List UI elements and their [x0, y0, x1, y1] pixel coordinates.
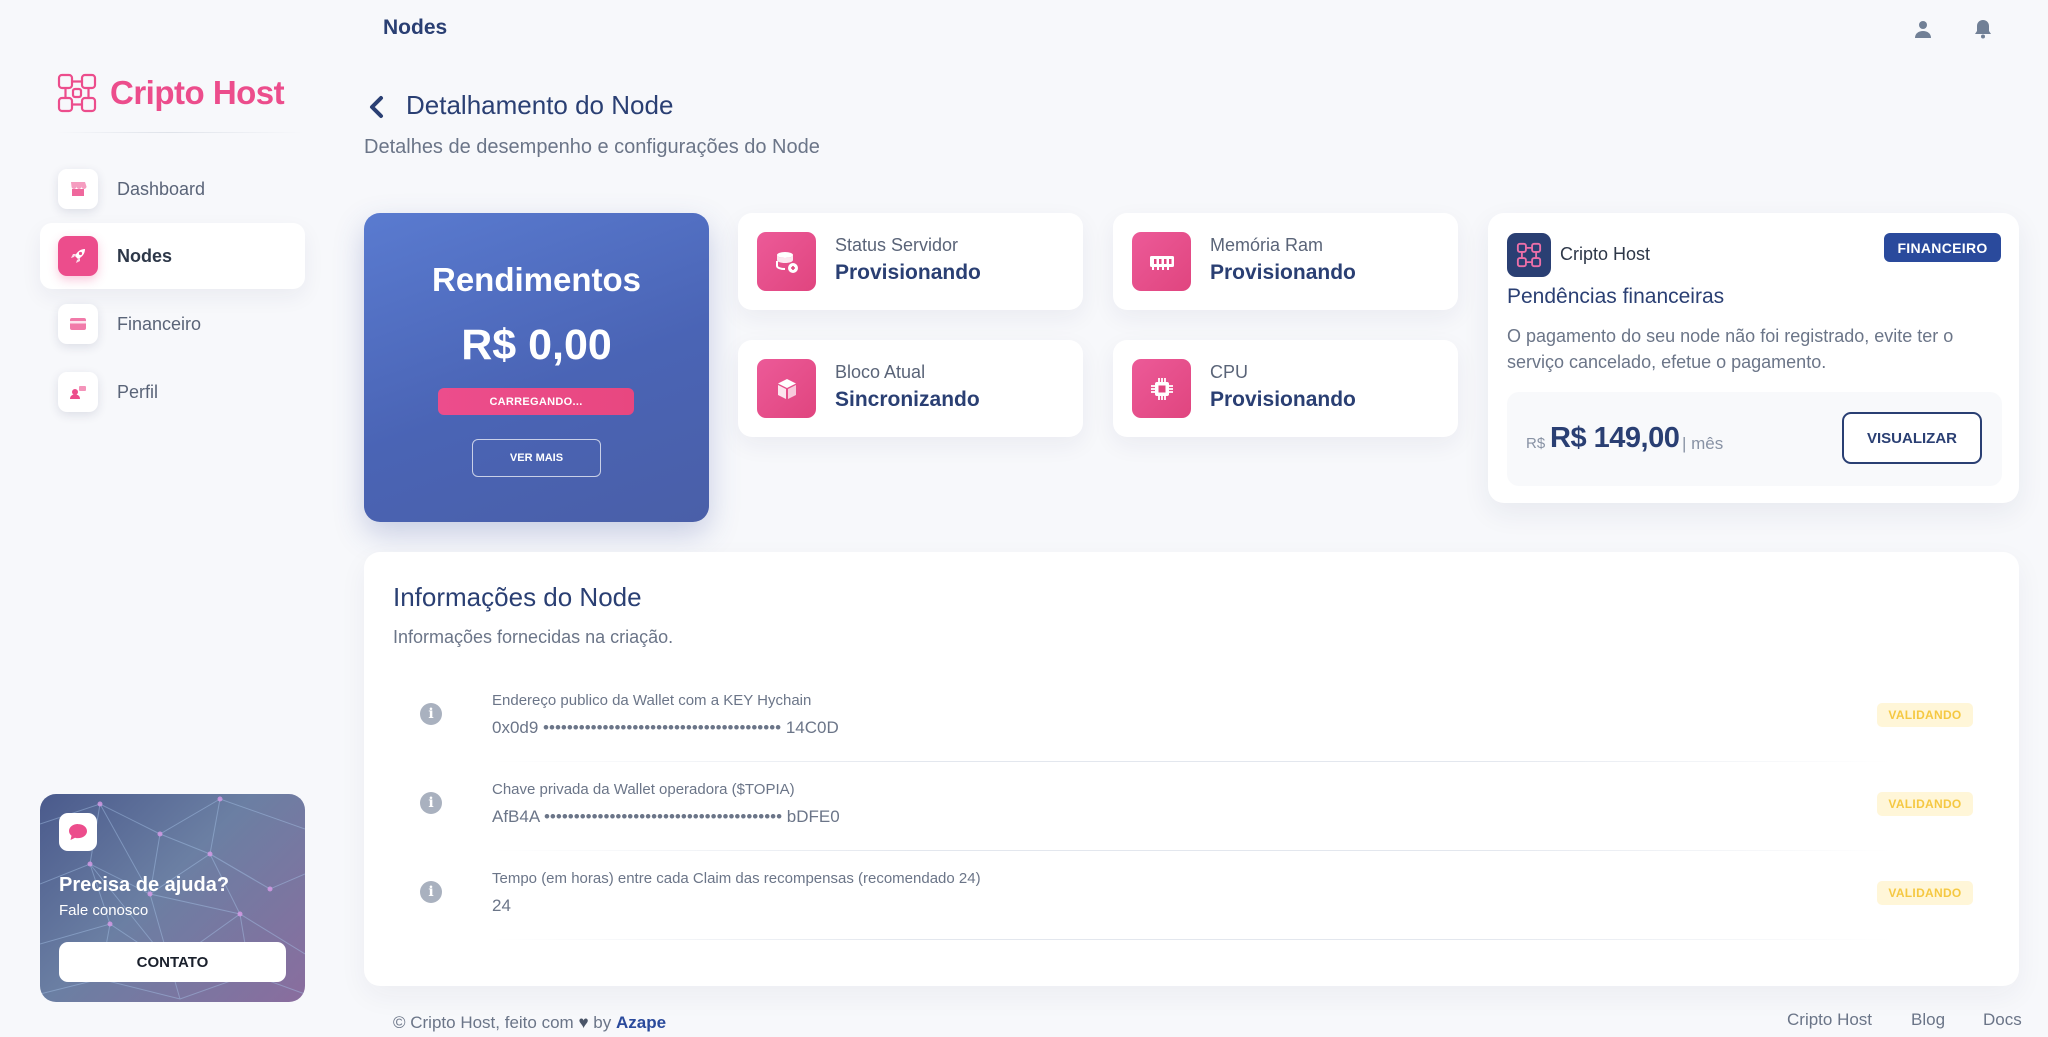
contact-button[interactable]: CONTATO	[59, 942, 286, 982]
status-badge: VALIDANDO	[1877, 881, 1973, 905]
price-amount: R$ 149,00	[1550, 422, 1680, 454]
financeiro-badge: FINANCEIRO	[1884, 233, 2001, 262]
rocket-icon	[58, 236, 98, 276]
back-button[interactable]	[364, 92, 388, 122]
sidebar-item-label: Nodes	[117, 245, 173, 266]
account-icon[interactable]	[1911, 17, 1935, 41]
stat-value: Sincronizando	[835, 388, 980, 411]
sidebar-item-perfil[interactable]: Perfil	[40, 359, 305, 425]
footer-link-docs[interactable]: Docs	[1983, 1010, 2022, 1030]
row-divider	[492, 939, 1892, 940]
row-divider	[492, 761, 1892, 762]
rendimentos-title: Rendimentos	[431, 261, 642, 298]
store-icon	[58, 169, 98, 209]
sidebar: Cripto Host Dashboard Nodes Financeiro P…	[0, 0, 330, 1037]
topbar-title: Nodes	[383, 16, 448, 39]
footer-by: by	[593, 1013, 612, 1032]
user-icon	[58, 372, 98, 412]
database-icon	[757, 232, 816, 291]
info-row-value[interactable]: 0x0d9 ••••••••••••••••••••••••••••••••••…	[492, 718, 839, 738]
sidebar-item-nodes[interactable]: Nodes	[40, 223, 305, 289]
heart-icon: ♥	[578, 1013, 589, 1032]
stat-value: Provisionando	[835, 261, 981, 284]
visualizar-button[interactable]: VISUALIZAR	[1842, 412, 1982, 464]
footer-copyright: © Cripto Host, feito com ♥ by Azape	[393, 1013, 666, 1033]
chevron-left-icon	[370, 96, 383, 118]
stat-label: Status Servidor	[835, 235, 959, 255]
financeiro-brand: Cripto Host	[1560, 244, 1651, 264]
price-box: R$ R$ 149,00 | mês VISUALIZAR	[1507, 392, 2002, 486]
status-badge: VALIDANDO	[1877, 703, 1973, 727]
stat-card-cpu: CPU Provisionando	[1113, 340, 1458, 437]
info-icon: i	[420, 881, 442, 903]
ver-mais-button[interactable]: VER MAIS	[472, 439, 601, 477]
sidebar-item-label: Dashboard	[117, 178, 206, 199]
stat-card-memoria-ram: Memória Ram Provisionando	[1113, 213, 1458, 310]
row-divider	[492, 850, 1892, 851]
info-row-value[interactable]: 24	[492, 896, 511, 916]
cube-icon	[757, 359, 816, 418]
credit-card-icon	[58, 304, 98, 344]
page-title: Detalhamento do Node	[406, 90, 674, 120]
sidebar-item-dashboard[interactable]: Dashboard	[40, 156, 305, 222]
logo-icon	[57, 73, 97, 113]
info-row: i Tempo (em horas) entre cada Claim das …	[364, 857, 2019, 946]
info-icon: i	[420, 703, 442, 725]
rendimentos-value: R$ 0,00	[461, 321, 612, 369]
rendimentos-card: Rendimentos R$ 0,00 CARREGANDO... VER MA…	[364, 213, 709, 522]
stat-value: Provisionando	[1210, 261, 1356, 284]
memory-icon	[1132, 232, 1191, 291]
chat-icon	[59, 813, 97, 851]
sidebar-item-label: Perfil	[117, 381, 159, 402]
status-badge: VALIDANDO	[1877, 792, 1973, 816]
currency-label: R$	[1526, 435, 1546, 452]
loading-indicator: CARREGANDO...	[438, 388, 634, 415]
help-card: Precisa de ajuda? Fale conosco CONTATO	[40, 794, 305, 1002]
info-row: i Endereço publico da Wallet com a KEY H…	[364, 679, 2019, 768]
info-row-label: Endereço publico da Wallet com a KEY Hyc…	[492, 692, 812, 709]
info-subtitle: Informações fornecidas na criação.	[393, 627, 674, 647]
footer-copyright-text: © Cripto Host, feito com	[393, 1013, 574, 1032]
help-title: Precisa de ajuda?	[59, 874, 230, 896]
cripto-host-logo-icon	[1507, 233, 1551, 277]
brand-name: Cripto Host	[110, 74, 285, 111]
info-row-label: Tempo (em horas) entre cada Claim das re…	[492, 870, 981, 887]
cpu-icon	[1132, 359, 1191, 418]
sidebar-item-label: Financeiro	[117, 313, 202, 334]
footer-link-cripto-host[interactable]: Cripto Host	[1787, 1010, 1872, 1030]
info-row-value[interactable]: AfB4A ••••••••••••••••••••••••••••••••••…	[492, 807, 840, 827]
financeiro-card: Cripto Host FINANCEIRO Pendências financ…	[1488, 213, 2019, 503]
logo[interactable]: Cripto Host	[56, 72, 285, 114]
footer-link-blog[interactable]: Blog	[1911, 1010, 1945, 1030]
stat-value: Provisionando	[1210, 388, 1356, 411]
financeiro-description: O pagamento do seu node não foi registra…	[1507, 326, 1954, 372]
stat-card-bloco-atual: Bloco Atual Sincronizando	[738, 340, 1083, 437]
info-icon: i	[420, 792, 442, 814]
info-title: Informações do Node	[393, 582, 642, 612]
sidebar-divider	[56, 132, 304, 133]
info-panel: Informações do Node Informações fornecid…	[364, 552, 2019, 986]
help-subtitle: Fale conosco	[59, 902, 149, 919]
sidebar-item-financeiro[interactable]: Financeiro	[40, 291, 305, 357]
stat-label: Bloco Atual	[835, 362, 926, 382]
stat-label: Memória Ram	[1210, 235, 1324, 255]
info-row: i Chave privada da Wallet operadora ($TO…	[364, 768, 2019, 857]
price-period: | mês	[1682, 434, 1724, 453]
financeiro-title: Pendências financeiras	[1507, 285, 1725, 308]
page-subtitle: Detalhes de desempenho e configurações d…	[364, 136, 820, 158]
bell-icon[interactable]	[1971, 17, 1995, 41]
stat-label: CPU	[1210, 362, 1249, 382]
footer-author-link[interactable]: Azape	[616, 1013, 666, 1032]
info-row-label: Chave privada da Wallet operadora ($TOPI…	[492, 781, 795, 798]
stat-card-status-servidor: Status Servidor Provisionando	[738, 213, 1083, 310]
